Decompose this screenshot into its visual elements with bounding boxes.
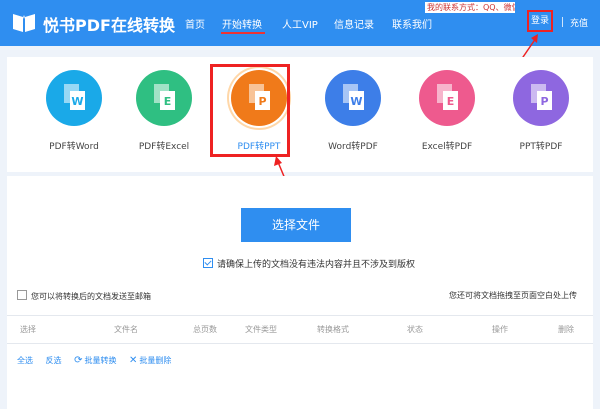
col-delete: 删除 [558, 325, 574, 334]
recharge-link[interactable]: 充值 [570, 16, 588, 29]
document-icon: W [64, 84, 85, 110]
contact-annotation: 我的联系方式：QQ、微信。 [425, 2, 515, 13]
nav-active-indicator [221, 32, 265, 34]
nav-contact[interactable]: 联系我们 [392, 16, 432, 31]
document-icon: P [531, 84, 552, 110]
batch-convert-button[interactable]: ⟳ 批量转换 [74, 355, 116, 366]
upload-panel: 选择文件 请确保上传的文档没有违法内容并且不涉及到版权 您可以将转换后的文档发送… [7, 176, 593, 409]
tool-label: PDF转Word [49, 142, 99, 152]
agreement-text: 请确保上传的文档没有违法内容并且不涉及到版权 [217, 260, 416, 270]
email-option: 您可以将转换后的文档发送至邮箱 [17, 290, 151, 302]
tool-pdf-to-excel[interactable]: E PDF转Excel [124, 57, 204, 172]
email-option-text: 您可以将转换后的文档发送至邮箱 [31, 292, 151, 301]
col-filename: 文件名 [114, 325, 138, 334]
tool-excel-to-pdf[interactable]: E Excel转PDF [407, 57, 487, 172]
excel-to-pdf-icon: E [419, 70, 475, 126]
batch-delete-button[interactable]: ✕ 批量删除 [129, 355, 171, 366]
col-action: 操作 [492, 325, 508, 334]
tool-ppt-to-pdf[interactable]: P PPT转PDF [501, 57, 581, 172]
select-file-button[interactable]: 选择文件 [241, 208, 351, 242]
copyright-agreement: 请确保上传的文档没有违法内容并且不涉及到版权 [203, 257, 415, 270]
col-status: 状态 [407, 325, 423, 334]
document-letter: P [540, 95, 548, 108]
tool-word-to-pdf[interactable]: W Word转PDF [313, 57, 393, 172]
nav-manual-vip[interactable]: 人工VIP [282, 16, 318, 31]
document-icon: W [343, 84, 364, 110]
site-logo-text: 悦书PDF在线转换 [43, 16, 175, 35]
login-button[interactable]: 登录 [527, 10, 553, 32]
col-select: 选择 [20, 325, 36, 334]
nav-start-convert[interactable]: 开始转换 [222, 16, 262, 31]
batch-delete-label: 批量删除 [139, 356, 172, 365]
nav-home[interactable]: 首页 [185, 16, 205, 31]
email-checkbox[interactable] [17, 290, 27, 300]
col-file-type: 文件类型 [245, 325, 277, 334]
document-icon: E [437, 84, 458, 110]
refresh-icon: ⟳ [74, 355, 83, 366]
close-icon: ✕ [129, 355, 138, 366]
document-letter: E [164, 95, 172, 108]
col-target-format: 转换格式 [317, 325, 349, 334]
tool-label: Excel转PDF [421, 142, 473, 152]
selected-tool-highlight [210, 64, 290, 157]
conversion-tools-panel: W PDF转Word E PDF转Excel P PDF转PPT W Word转… [7, 57, 593, 172]
header-divider [562, 17, 563, 27]
document-letter: E [447, 95, 455, 108]
tool-label: PDF转Excel [138, 142, 190, 152]
document-icon: E [154, 84, 175, 110]
invert-select-link[interactable]: 反选 [46, 355, 62, 366]
drag-upload-tip: 您还可将文档拖拽至页面空白处上传 [449, 291, 577, 300]
nav-records[interactable]: 信息记录 [334, 16, 374, 31]
batch-convert-label: 批量转换 [84, 356, 117, 365]
word-to-pdf-icon: W [325, 70, 381, 126]
select-all-link[interactable]: 全选 [17, 355, 33, 366]
ppt-to-pdf-icon: P [513, 70, 569, 126]
tool-label: Word转PDF [328, 142, 378, 152]
bulk-actions: 全选 反选 ⟳ 批量转换 ✕ 批量删除 [17, 355, 181, 366]
agreement-checkbox[interactable] [203, 258, 213, 268]
file-table-header: 选择 文件名 总页数 文件类型 转换格式 状态 操作 删除 [7, 315, 593, 344]
tool-pdf-to-word[interactable]: W PDF转Word [34, 57, 114, 172]
pdf-to-excel-icon: E [136, 70, 192, 126]
col-pages: 总页数 [193, 325, 217, 334]
top-header: 悦书PDF在线转换 首页 开始转换 人工VIP 信息记录 联系我们 我的联系方式… [0, 0, 600, 46]
tool-label: PPT转PDF [519, 142, 563, 152]
pdf-to-word-icon: W [46, 70, 102, 126]
document-letter: W [350, 95, 362, 108]
document-letter: W [71, 95, 83, 108]
book-logo-icon [13, 14, 35, 32]
